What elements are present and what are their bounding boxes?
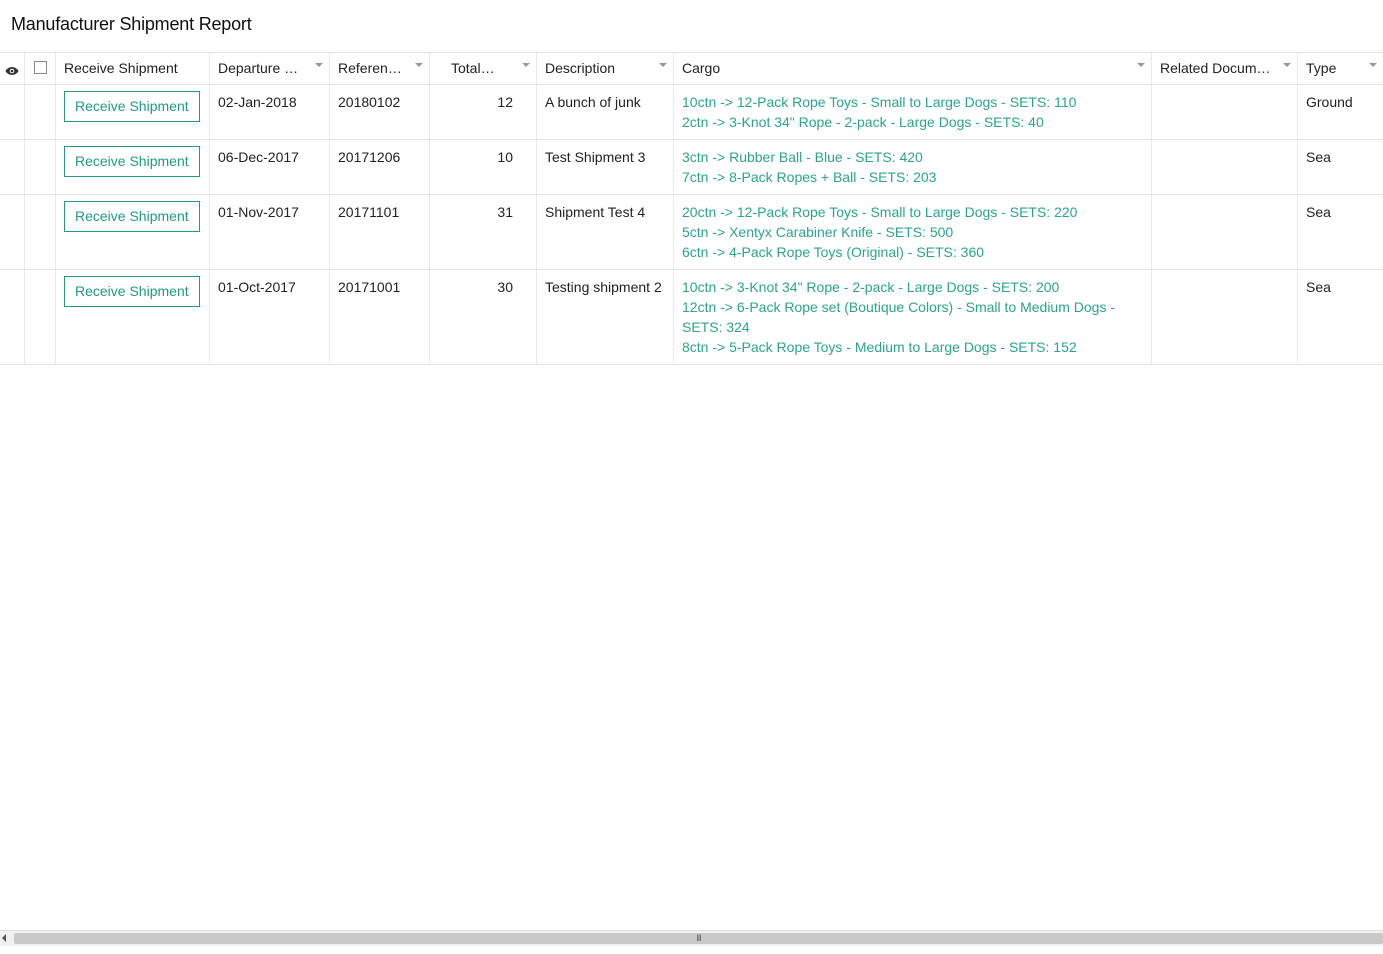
receive-cell: Receive Shipment — [56, 195, 210, 269]
cargo-cell: 3ctn -> Rubber Ball - Blue - SETS: 420 7… — [674, 140, 1152, 194]
table-row[interactable]: Receive Shipment 01-Nov-2017 20171101 31… — [0, 195, 1383, 270]
sort-arrow-icon[interactable] — [1137, 63, 1145, 67]
description-cell: Testing shipment 2 — [537, 270, 674, 364]
total-cartons-cell: 10 — [430, 140, 537, 194]
departure-date-cell: 06-Dec-2017 — [210, 140, 330, 194]
header-departure-date[interactable]: Departure D... — [210, 53, 330, 84]
total-cartons-cell: 30 — [430, 270, 537, 364]
total-cartons-cell: 12 — [430, 85, 537, 139]
table-row[interactable]: Receive Shipment 02-Jan-2018 20180102 12… — [0, 85, 1383, 140]
related-documents-cell — [1152, 195, 1298, 269]
cargo-link[interactable]: 10ctn -> 3-Knot 34" Rope - 2-pack - Larg… — [682, 277, 1143, 297]
type-cell: Sea — [1306, 204, 1331, 220]
departure-date-cell: 01-Nov-2017 — [210, 195, 330, 269]
receive-cell: Receive Shipment — [56, 85, 210, 139]
type-cell: Sea — [1306, 279, 1331, 295]
departure-date-cell: 02-Jan-2018 — [210, 85, 330, 139]
header-receive-shipment[interactable]: Receive Shipment — [56, 53, 210, 84]
row-spacer — [0, 140, 25, 194]
row-spacer — [0, 270, 25, 364]
description-cell: A bunch of junk — [537, 85, 674, 139]
column-visibility-toggle[interactable] — [0, 53, 25, 84]
scrollbar-grip: III — [696, 933, 701, 943]
type-cell: Sea — [1306, 149, 1331, 165]
reference-cell: 20180102 — [330, 85, 430, 139]
receive-cell: Receive Shipment — [56, 140, 210, 194]
related-documents-cell — [1152, 85, 1298, 139]
description-cell: Test Shipment 3 — [537, 140, 674, 194]
table-row[interactable]: Receive Shipment 06-Dec-2017 20171206 10… — [0, 140, 1383, 195]
header-label: Referenc... — [338, 60, 403, 76]
row-select-cell[interactable] — [25, 85, 56, 139]
sort-arrow-icon[interactable] — [522, 63, 530, 67]
receive-cell: Receive Shipment — [56, 270, 210, 364]
header-label: Total Ca... — [451, 60, 495, 76]
sort-arrow-icon[interactable] — [659, 63, 667, 67]
reference-cell: 20171101 — [330, 195, 430, 269]
sort-arrow-icon[interactable] — [1369, 63, 1377, 67]
receive-shipment-button[interactable]: Receive Shipment — [64, 146, 200, 177]
cargo-cell: 10ctn -> 12-Pack Rope Toys - Small to La… — [674, 85, 1152, 139]
cargo-link[interactable]: 7ctn -> 8-Pack Ropes + Ball - SETS: 203 — [682, 167, 1143, 187]
related-documents-cell — [1152, 140, 1298, 194]
row-select-cell[interactable] — [25, 270, 56, 364]
sort-arrow-icon[interactable] — [1283, 63, 1291, 67]
header-label: Description — [545, 60, 616, 76]
related-documents-cell — [1152, 270, 1298, 364]
select-all-cell — [25, 53, 56, 84]
select-all-checkbox[interactable] — [33, 61, 47, 74]
cargo-link[interactable]: 12ctn -> 6-Pack Rope set (Boutique Color… — [682, 297, 1143, 337]
header-label: Receive Shipment — [64, 60, 178, 76]
horizontal-scrollbar[interactable]: III — [0, 930, 1383, 946]
total-cartons-cell: 31 — [430, 195, 537, 269]
header-label: Related Docume... — [1160, 60, 1271, 76]
receive-shipment-button[interactable]: Receive Shipment — [64, 91, 200, 122]
sort-arrow-icon[interactable] — [415, 63, 423, 67]
reference-cell: 20171206 — [330, 140, 430, 194]
scrollbar-thumb[interactable]: III — [14, 933, 1383, 944]
header-reference[interactable]: Referenc... — [330, 53, 430, 84]
cargo-link[interactable]: 3ctn -> Rubber Ball - Blue - SETS: 420 — [682, 147, 1143, 167]
type-cell: Ground — [1306, 94, 1353, 110]
header-label: Type — [1306, 60, 1337, 76]
row-spacer — [0, 195, 25, 269]
scroll-left-arrow-icon[interactable] — [2, 934, 6, 942]
header-label: Cargo — [682, 60, 721, 76]
header-type[interactable]: Type — [1298, 53, 1383, 84]
row-spacer — [0, 85, 25, 139]
page-title: Manufacturer Shipment Report — [11, 14, 252, 34]
sort-arrow-icon[interactable] — [315, 63, 323, 67]
departure-date-cell: 01-Oct-2017 — [210, 270, 330, 364]
header-label: Departure D... — [218, 60, 303, 76]
header-description[interactable]: Description — [537, 53, 674, 84]
reference-cell: 20171001 — [330, 270, 430, 364]
cargo-link[interactable]: 10ctn -> 12-Pack Rope Toys - Small to La… — [682, 92, 1143, 112]
cargo-link[interactable]: 2ctn -> 3-Knot 34" Rope - 2-pack - Large… — [682, 112, 1143, 132]
receive-shipment-button[interactable]: Receive Shipment — [64, 201, 200, 232]
cargo-link[interactable]: 6ctn -> 4-Pack Rope Toys (Original) - SE… — [682, 242, 1143, 262]
header-related-documents[interactable]: Related Docume... — [1152, 53, 1298, 84]
cargo-cell: 10ctn -> 3-Knot 34" Rope - 2-pack - Larg… — [674, 270, 1152, 364]
shipment-grid: Receive Shipment Departure D... Referenc… — [0, 52, 1383, 365]
header-total-cartons[interactable]: Total Ca... — [430, 53, 537, 84]
cargo-cell: 20ctn -> 12-Pack Rope Toys - Small to La… — [674, 195, 1152, 269]
cargo-link[interactable]: 20ctn -> 12-Pack Rope Toys - Small to La… — [682, 202, 1143, 222]
description-cell: Shipment Test 4 — [537, 195, 674, 269]
header-cargo[interactable]: Cargo — [674, 53, 1152, 84]
cargo-link[interactable]: 5ctn -> Xentyx Carabiner Knife - SETS: 5… — [682, 222, 1143, 242]
eye-icon[interactable] — [5, 62, 19, 80]
row-select-cell[interactable] — [25, 140, 56, 194]
receive-shipment-button[interactable]: Receive Shipment — [64, 276, 200, 307]
cargo-link[interactable]: 8ctn -> 5-Pack Rope Toys - Medium to Lar… — [682, 337, 1143, 357]
row-select-cell[interactable] — [25, 195, 56, 269]
grid-header: Receive Shipment Departure D... Referenc… — [0, 53, 1383, 85]
table-row[interactable]: Receive Shipment 01-Oct-2017 20171001 30… — [0, 270, 1383, 365]
